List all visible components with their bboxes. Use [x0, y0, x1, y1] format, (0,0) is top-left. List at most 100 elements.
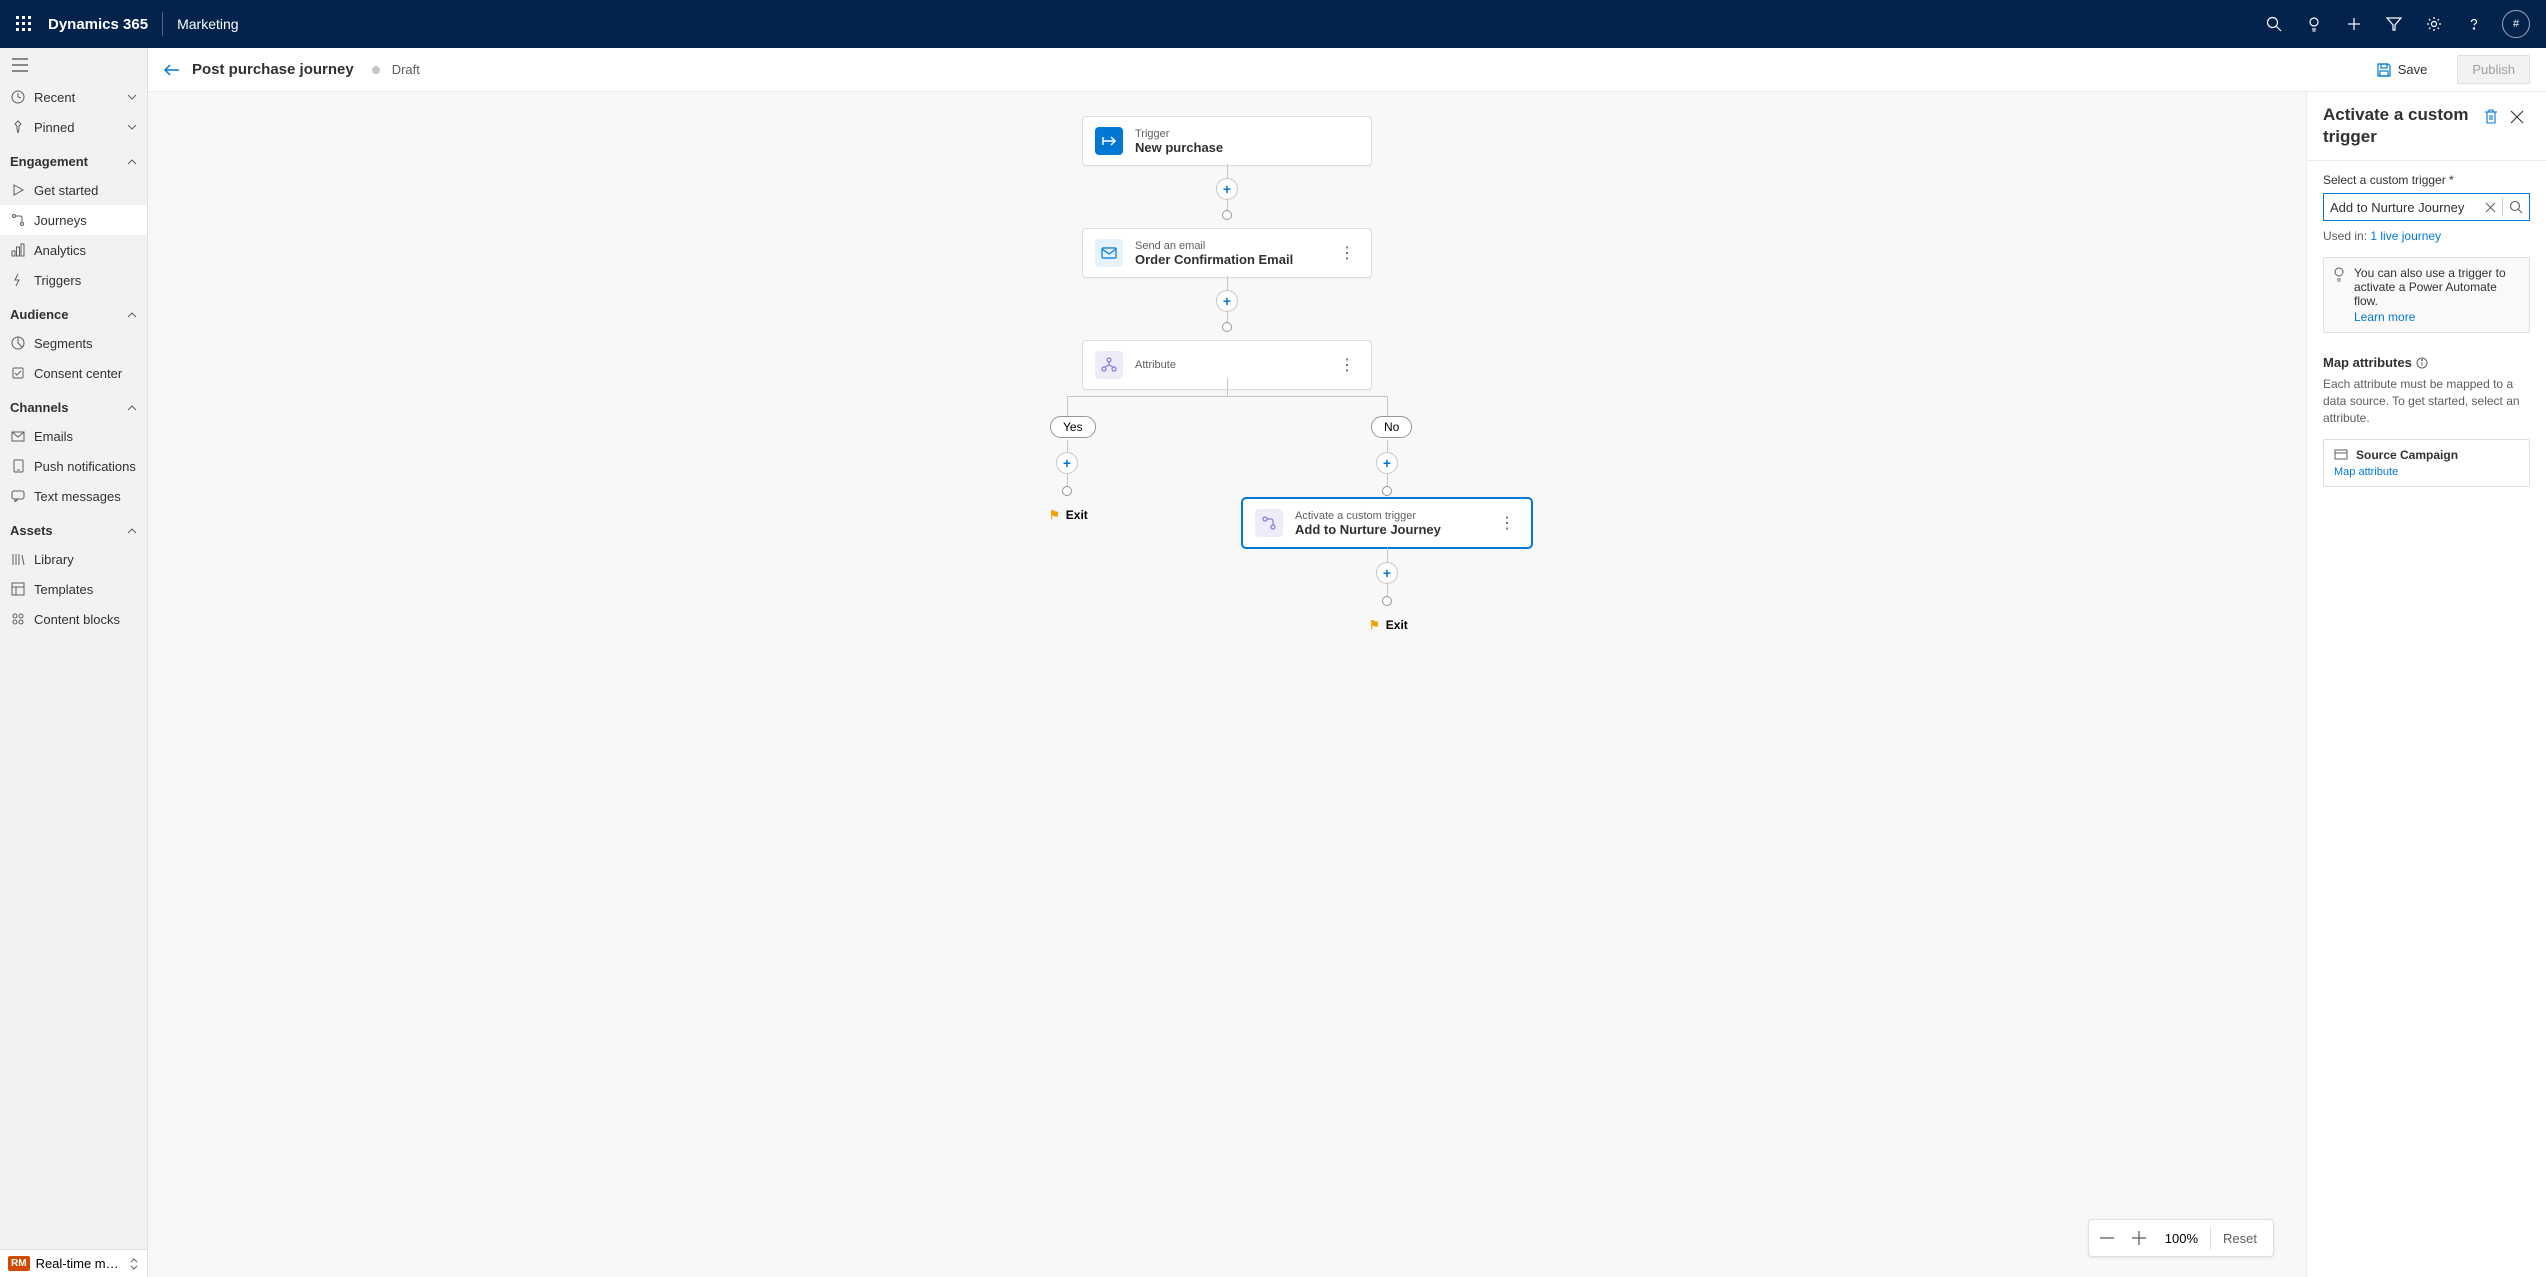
select-trigger-label: Select a custom trigger * [2323, 173, 2530, 187]
connector-end [1062, 486, 1072, 496]
nav-journeys[interactable]: Journeys [0, 205, 147, 235]
section-label: Audience [10, 307, 69, 322]
filter-icon[interactable] [2374, 0, 2414, 48]
nav-section-audience[interactable]: Audience [0, 295, 147, 328]
chevron-up-icon [127, 528, 137, 534]
zoom-controls: 100% Reset [2088, 1219, 2274, 1257]
mail-icon [10, 428, 26, 444]
trigger-icon [1095, 127, 1123, 155]
nav-blocks[interactable]: Content blocks [0, 604, 147, 634]
pin-icon [10, 119, 26, 135]
custom-trigger-node[interactable]: Activate a custom triggerAdd to Nurture … [1242, 498, 1532, 548]
nav-label: Recent [34, 90, 75, 105]
zoom-reset-button[interactable]: Reset [2210, 1227, 2269, 1250]
hamburger-icon[interactable] [0, 48, 147, 82]
attribute-item[interactable]: Source Campaign Map attribute [2323, 439, 2530, 487]
section-label: Engagement [10, 154, 88, 169]
nav-recent[interactable]: Recent [0, 82, 147, 112]
status-label: Draft [392, 62, 420, 77]
nav-push[interactable]: Push notifications [0, 451, 147, 481]
connector-end [1222, 210, 1232, 220]
trigger-search-input[interactable]: Add to Nurture Journey [2323, 193, 2530, 221]
search-icon[interactable] [2509, 200, 2523, 214]
nav-emails[interactable]: Emails [0, 421, 147, 451]
trigger-node[interactable]: TriggerNew purchase [1082, 116, 1372, 166]
nav-segments[interactable]: Segments [0, 328, 147, 358]
save-button[interactable]: Save [2366, 56, 2438, 84]
node-type: Activate a custom trigger [1295, 510, 1441, 522]
divider [162, 12, 163, 36]
connector [1227, 276, 1228, 290]
nav-text[interactable]: Text messages [0, 481, 147, 511]
nav-templates[interactable]: Templates [0, 574, 147, 604]
map-attributes-desc: Each attribute must be mapped to a data … [2323, 376, 2530, 426]
nav-section-engagement[interactable]: Engagement [0, 142, 147, 175]
module-label[interactable]: Marketing [177, 16, 238, 32]
branch-yes[interactable]: Yes [1050, 416, 1096, 438]
connector [1067, 396, 1068, 416]
add-node-button[interactable]: + [1216, 178, 1238, 200]
left-navigation: Recent Pinned Engagement Get started Jou… [0, 48, 148, 1277]
info-icon[interactable] [2416, 357, 2428, 369]
nav-analytics[interactable]: Analytics [0, 235, 147, 265]
chevron-up-icon [127, 159, 137, 165]
connector [1387, 548, 1388, 562]
nav-label: Get started [34, 183, 98, 198]
node-name: Add to Nurture Journey [1295, 522, 1441, 537]
connector [1387, 440, 1388, 452]
connector [1387, 396, 1388, 416]
email-node[interactable]: Send an emailOrder Confirmation Email ⋮ [1082, 228, 1372, 278]
add-icon[interactable] [2334, 0, 2374, 48]
attribute-icon [1095, 351, 1123, 379]
exit-node-no: ⚑Exit [1369, 618, 1408, 632]
nav-get-started[interactable]: Get started [0, 175, 147, 205]
delete-button[interactable] [2478, 104, 2504, 130]
lightbulb-icon[interactable] [2294, 0, 2334, 48]
add-node-button[interactable]: + [1376, 452, 1398, 474]
connector [1227, 378, 1228, 396]
clear-icon[interactable] [2485, 202, 2496, 213]
branch-no[interactable]: No [1371, 416, 1412, 438]
nav-pinned[interactable]: Pinned [0, 112, 147, 142]
more-icon[interactable]: ⋮ [1495, 509, 1519, 537]
learn-more-link[interactable]: Learn more [2354, 310, 2521, 324]
nav-label: Text messages [34, 489, 121, 504]
more-icon[interactable]: ⋮ [1335, 351, 1359, 379]
exit-node-yes: ⚑Exit [1049, 508, 1088, 522]
app-launcher-icon[interactable] [8, 8, 40, 40]
close-button[interactable] [2504, 104, 2530, 130]
chevron-up-icon [127, 312, 137, 318]
nav-consent[interactable]: Consent center [0, 358, 147, 388]
help-icon[interactable] [2454, 0, 2494, 48]
nav-library[interactable]: Library [0, 544, 147, 574]
nav-section-channels[interactable]: Channels [0, 388, 147, 421]
add-node-button[interactable]: + [1376, 562, 1398, 584]
brand-label[interactable]: Dynamics 365 [48, 16, 148, 33]
more-icon[interactable]: ⋮ [1335, 239, 1359, 267]
user-avatar[interactable]: # [2502, 10, 2530, 38]
connector-end [1382, 596, 1392, 606]
area-switcher[interactable]: RM Real-time marketi... [0, 1249, 147, 1277]
used-in-link[interactable]: 1 live journey [2370, 229, 2441, 243]
top-navigation-bar: Dynamics 365 Marketing # [0, 0, 2546, 48]
lightbulb-icon [2332, 266, 2346, 324]
map-attribute-link[interactable]: Map attribute [2334, 466, 2519, 478]
map-attributes-header: Map attributes [2323, 355, 2530, 370]
nav-label: Content blocks [34, 612, 120, 627]
nav-label: Journeys [34, 213, 87, 228]
nav-section-assets[interactable]: Assets [0, 511, 147, 544]
journey-canvas[interactable]: TriggerNew purchase + Send an emailOrder… [148, 92, 2306, 1277]
back-button[interactable] [164, 63, 180, 77]
zoom-in-button[interactable] [2125, 1224, 2153, 1252]
add-node-button[interactable]: + [1056, 452, 1078, 474]
flag-icon: ⚑ [1049, 508, 1060, 522]
zoom-out-button[interactable] [2093, 1224, 2121, 1252]
search-icon[interactable] [2254, 0, 2294, 48]
add-node-button[interactable]: + [1216, 290, 1238, 312]
nav-label: Analytics [34, 243, 86, 258]
save-icon [2376, 62, 2392, 78]
area-label: Real-time marketi... [36, 1256, 123, 1271]
settings-icon[interactable] [2414, 0, 2454, 48]
nav-triggers[interactable]: Triggers [0, 265, 147, 295]
info-text: You can also use a trigger to activate a… [2354, 266, 2506, 308]
